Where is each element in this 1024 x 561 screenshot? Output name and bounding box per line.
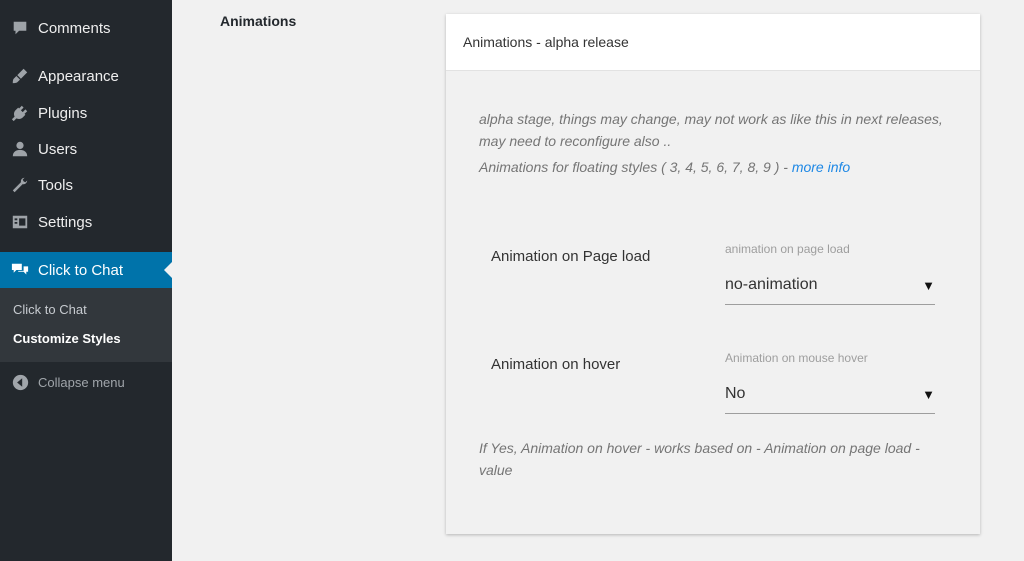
plugins-icon (10, 103, 30, 123)
sidebar-item-label: Appearance (38, 67, 119, 85)
animations-card: Animations - alpha release alpha stage, … (446, 14, 980, 534)
sidebar-item-plugins[interactable]: Plugins (0, 95, 172, 131)
sidebar-item-click-to-chat[interactable]: Click to Chat (0, 252, 172, 288)
users-icon (10, 139, 30, 159)
dropdown-caret-icon: ▼ (922, 387, 935, 402)
alpha-note: alpha stage, things may change, may not … (479, 108, 949, 178)
note-line-3: Animations for floating styles ( 3, 4, 5… (479, 156, 949, 178)
collapse-menu-button[interactable]: Collapse menu (0, 368, 172, 396)
more-info-link[interactable]: more info (792, 159, 850, 175)
note-line-2: may need to reconfigure also .. (479, 133, 672, 149)
page-load-field-label: animation on page load (725, 242, 850, 256)
collapse-menu-label: Collapse menu (38, 374, 125, 390)
tools-icon (10, 175, 30, 195)
admin-sidebar: Comments Appearance Plugins Users Tools … (0, 0, 172, 561)
section-label: Animations (220, 13, 297, 29)
sidebar-item-users[interactable]: Users (0, 131, 172, 167)
current-menu-arrow (164, 262, 172, 278)
hover-label: Animation on hover (491, 356, 621, 373)
submenu-item-customize-styles[interactable]: Customize Styles (13, 331, 121, 346)
chat-icon (10, 260, 30, 280)
appearance-icon (10, 66, 30, 86)
page-load-label: Animation on Page load (491, 248, 651, 265)
collapse-arrow-icon (10, 372, 30, 392)
page-load-animation-select[interactable]: no-animation ▼ (725, 268, 935, 305)
dropdown-caret-icon: ▼ (922, 278, 935, 293)
page-load-selected-value: no-animation (725, 276, 818, 293)
sidebar-item-settings[interactable]: Settings (0, 204, 172, 240)
submenu-item-click-to-chat[interactable]: Click to Chat (13, 302, 87, 317)
note-line-3-text: Animations for floating styles ( 3, 4, 5… (479, 159, 792, 175)
sidebar-item-label: Comments (38, 19, 111, 37)
sidebar-item-label: Click to Chat (38, 261, 124, 279)
sidebar-item-tools[interactable]: Tools (0, 167, 172, 203)
note-line-1: alpha stage, things may change, may not … (479, 111, 943, 127)
card-header: Animations - alpha release (446, 14, 980, 71)
settings-icon (10, 212, 30, 232)
sidebar-item-label: Tools (38, 176, 74, 194)
comments-icon (10, 18, 30, 38)
sidebar-item-appearance[interactable]: Appearance (0, 58, 172, 94)
hover-field-label: Animation on mouse hover (725, 351, 868, 365)
sidebar-item-label: Users (38, 140, 78, 158)
sidebar-item-label: Plugins (38, 104, 88, 122)
hover-animation-select[interactable]: No ▼ (725, 377, 935, 414)
submenu: Click to Chat Customize Styles (0, 288, 172, 362)
sidebar-item-comments[interactable]: Comments (0, 10, 172, 46)
hover-selected-value: No (725, 385, 746, 402)
card-title: Animations - alpha release (463, 34, 629, 50)
sidebar-item-label: Settings (38, 213, 93, 231)
hover-footer-note: If Yes, Animation on hover - works based… (479, 440, 920, 478)
